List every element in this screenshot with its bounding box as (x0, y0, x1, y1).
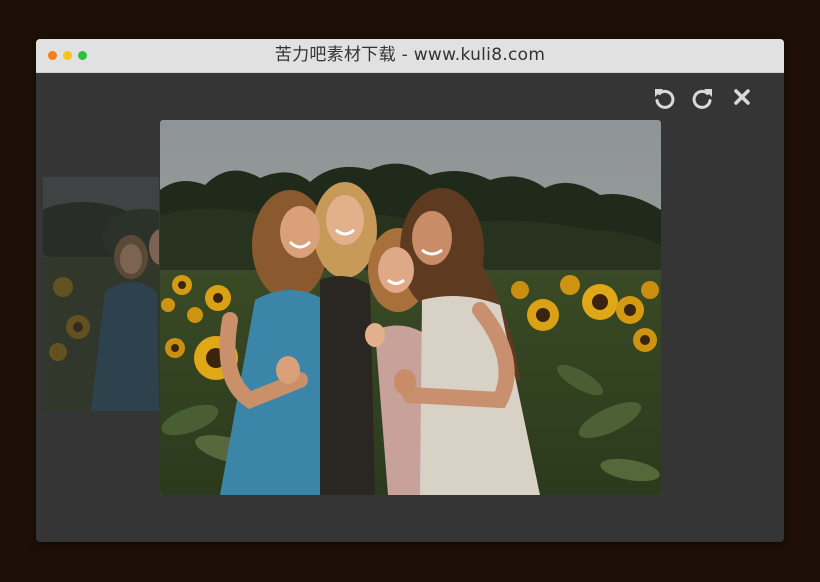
close-viewer-button[interactable] (729, 85, 754, 110)
previous-image-preview[interactable] (43, 177, 159, 411)
close-icon (733, 89, 750, 105)
title-bar: 苦力吧素材下载 - www.kuli8.com (36, 39, 784, 73)
viewer-window: 苦力吧素材下载 - www.kuli8.com (36, 39, 784, 542)
rotate-right-button[interactable] (690, 85, 715, 110)
window-title: 苦力吧素材下载 - www.kuli8.com (274, 45, 546, 65)
viewer-toolbar (651, 85, 754, 109)
rotate-right-icon (692, 89, 712, 109)
rotate-left-button[interactable] (651, 85, 676, 110)
current-image[interactable] (160, 120, 661, 495)
rotate-left-icon (654, 89, 674, 109)
